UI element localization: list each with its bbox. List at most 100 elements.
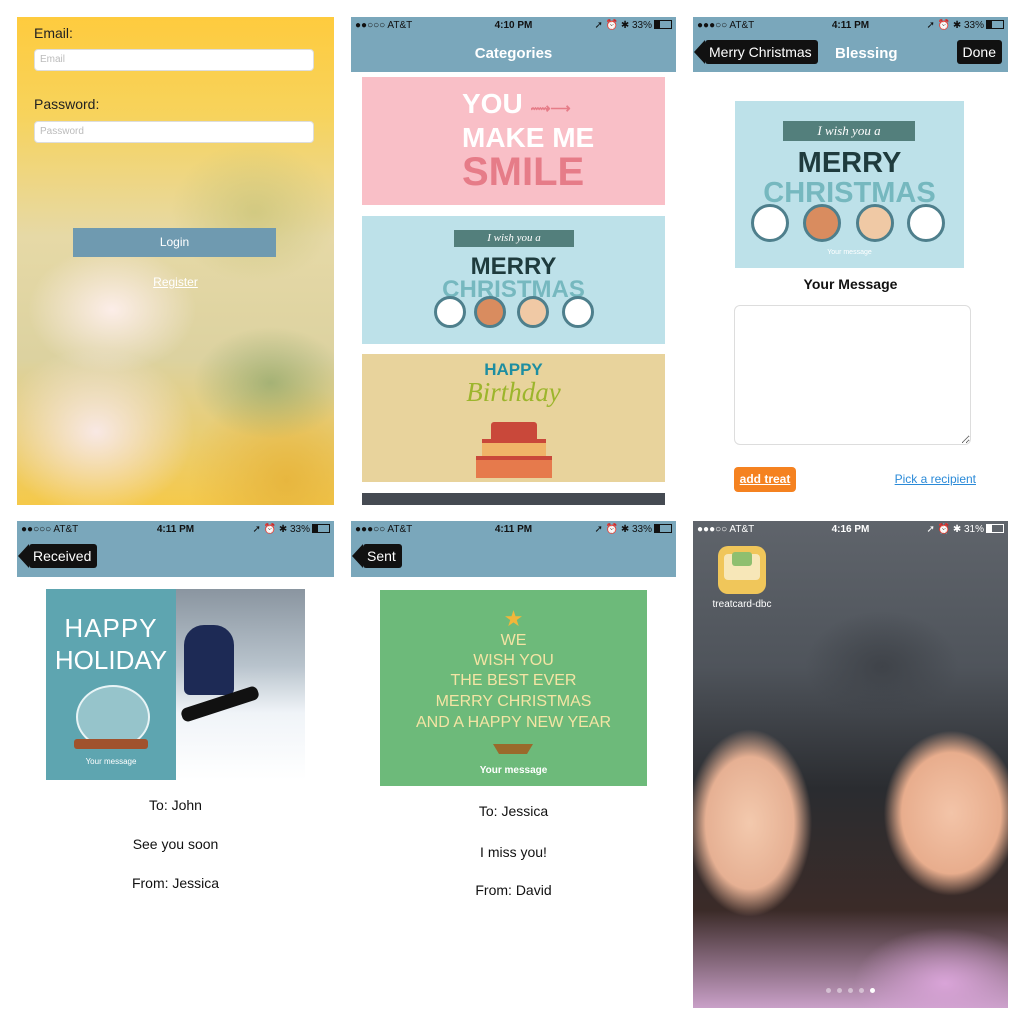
card-line: WE bbox=[500, 632, 527, 649]
back-button[interactable]: Sent bbox=[352, 544, 402, 568]
card-text: YOU ⟿⟶ MAKE ME SMILE bbox=[462, 89, 594, 192]
back-button[interactable]: Received bbox=[17, 544, 98, 568]
nav-bar: ●●○○○ AT&T 4:10 PM ➚ ⏰ ✱ 33% Categories bbox=[351, 17, 676, 72]
message-heading: Your Message bbox=[803, 276, 898, 292]
snowman-icon bbox=[907, 204, 945, 242]
message-text: I miss you! bbox=[480, 844, 547, 860]
status-bar: ●●●○○ AT&T 4:11 PM ➚ ⏰ ✱ 33% bbox=[693, 17, 1008, 35]
card-caption: Your message bbox=[479, 765, 548, 776]
santa-icon bbox=[434, 296, 466, 328]
page-dot bbox=[826, 988, 831, 993]
page-title: Categories bbox=[474, 45, 553, 62]
card-line: HOLIDAY bbox=[54, 645, 168, 675]
battery-percent: 33% bbox=[631, 524, 652, 535]
tree-pot-icon bbox=[493, 744, 533, 754]
page-dot-active bbox=[870, 988, 875, 993]
nav-bar: ●●○○○ AT&T 4:11 PM ➚ ⏰ ✱ 33% Received bbox=[17, 521, 334, 577]
elf-icon bbox=[856, 204, 894, 242]
battery-indicator: ➚ ⏰ ✱ 31% bbox=[926, 524, 1004, 535]
battery-icon bbox=[654, 20, 672, 29]
add-treat-button[interactable]: add treat bbox=[734, 467, 796, 492]
card-line: YOU bbox=[462, 88, 523, 119]
reindeer-icon bbox=[474, 296, 506, 328]
battery-icon bbox=[986, 524, 1004, 533]
register-link[interactable]: Register bbox=[17, 275, 334, 289]
status-bar: ●●○○○ AT&T 4:11 PM ➚ ⏰ ✱ 33% bbox=[17, 521, 334, 539]
star-icon: ★ bbox=[503, 606, 524, 631]
password-label: Password: bbox=[34, 96, 100, 112]
message-textarea[interactable] bbox=[734, 305, 971, 445]
attached-photo bbox=[176, 589, 305, 780]
battery-percent: 33% bbox=[631, 20, 652, 31]
battery-percent: 31% bbox=[963, 524, 984, 535]
login-screen: Email: Password: Login Register bbox=[17, 17, 334, 505]
done-button[interactable]: Done bbox=[956, 40, 1002, 64]
card-line: AND A HAPPY NEW YEAR bbox=[415, 714, 612, 731]
battery-indicator: ➚ ⏰ ✱ 33% bbox=[926, 20, 1004, 31]
received-card-image: HAPPY HOLIDAY Your message bbox=[46, 589, 305, 780]
card-caption: Your message bbox=[827, 249, 872, 256]
sent-screen: ●●●○○ AT&T 4:11 PM ➚ ⏰ ✱ 33% Sent ★ WE W… bbox=[351, 521, 676, 1004]
pick-recipient-link[interactable]: Pick a recipient bbox=[895, 472, 976, 486]
card-line: SMILE bbox=[462, 150, 585, 194]
battery-indicator: ➚ ⏰ ✱ 33% bbox=[594, 524, 672, 535]
card-line: THE BEST EVER bbox=[450, 672, 577, 689]
battery-icon bbox=[986, 20, 1004, 29]
ribbon-banner: I wish you a bbox=[783, 121, 915, 141]
app-label: treatcard-dbc bbox=[712, 599, 772, 610]
received-screen: ●●○○○ AT&T 4:11 PM ➚ ⏰ ✱ 33% Received HA… bbox=[17, 521, 334, 1004]
merry-text: MERRY bbox=[797, 147, 902, 179]
globe-base-icon bbox=[74, 739, 148, 749]
santa-icon bbox=[751, 204, 789, 242]
cake-icon bbox=[476, 456, 552, 478]
page-title: Blessing bbox=[835, 45, 898, 62]
category-card-birthday[interactable]: HAPPY Birthday bbox=[362, 354, 665, 482]
card-line: MAKE ME bbox=[462, 122, 595, 153]
card-line: WISH YOU bbox=[473, 652, 554, 669]
login-button[interactable]: Login bbox=[73, 228, 276, 257]
back-button[interactable]: Merry Christmas bbox=[694, 40, 818, 64]
battery-icon bbox=[312, 524, 330, 533]
ribbon-banner: I wish you a bbox=[454, 230, 574, 247]
nav-bar: ●●●○○ AT&T 4:11 PM ➚ ⏰ ✱ 33% Merry Chris… bbox=[693, 17, 1008, 72]
to-text: To: John bbox=[149, 797, 202, 813]
from-text: From: David bbox=[475, 882, 552, 898]
arrow-icon: ⟿⟶ bbox=[530, 100, 571, 116]
to-text: To: Jessica bbox=[478, 803, 549, 819]
compose-screen: ●●●○○ AT&T 4:11 PM ➚ ⏰ ✱ 33% Merry Chris… bbox=[693, 17, 1008, 505]
status-bar: ●●●○○ AT&T 4:16 PM ➚ ⏰ ✱ 31% bbox=[693, 521, 1008, 539]
person-figure bbox=[184, 625, 234, 695]
battery-indicator: ➚ ⏰ ✱ 33% bbox=[252, 524, 330, 535]
category-card-christmas[interactable]: I wish you a MERRY CHRISTMAS bbox=[362, 216, 665, 344]
treatcard-app-icon[interactable] bbox=[718, 546, 766, 594]
birthday-text: Birthday bbox=[466, 377, 561, 407]
status-bar: ●●●○○ AT&T 4:11 PM ➚ ⏰ ✱ 33% bbox=[351, 521, 676, 539]
snowman-icon bbox=[562, 296, 594, 328]
card-envelope-icon bbox=[732, 552, 752, 566]
card-caption: Your message bbox=[85, 757, 137, 766]
holiday-card-art: HAPPY HOLIDAY Your message bbox=[46, 589, 176, 780]
page-dot bbox=[837, 988, 842, 993]
categories-screen: ●●○○○ AT&T 4:10 PM ➚ ⏰ ✱ 33% Categories … bbox=[351, 17, 676, 505]
card-line: MERRY CHRISTMAS bbox=[435, 693, 592, 710]
status-bar: ●●○○○ AT&T 4:10 PM ➚ ⏰ ✱ 33% bbox=[351, 17, 676, 35]
category-card-partial[interactable] bbox=[362, 493, 665, 505]
home-screen: ●●●○○ AT&T 4:16 PM ➚ ⏰ ✱ 31% treatcard-d… bbox=[693, 521, 1008, 1008]
blurred-background bbox=[17, 17, 334, 505]
reindeer-icon bbox=[803, 204, 841, 242]
email-label: Email: bbox=[34, 25, 73, 41]
from-text: From: Jessica bbox=[131, 875, 220, 891]
page-indicator[interactable] bbox=[693, 980, 1008, 998]
battery-percent: 33% bbox=[289, 524, 310, 535]
battery-indicator: ➚ ⏰ ✱ 33% bbox=[594, 20, 672, 31]
sent-card-image: ★ WE WISH YOU THE BEST EVER MERRY CHRIST… bbox=[380, 590, 647, 786]
page-dot bbox=[848, 988, 853, 993]
nav-bar: ●●●○○ AT&T 4:11 PM ➚ ⏰ ✱ 33% Sent bbox=[351, 521, 676, 577]
card-line: HAPPY bbox=[64, 613, 158, 643]
category-card-smile[interactable]: YOU ⟿⟶ MAKE ME SMILE bbox=[362, 77, 665, 205]
email-field[interactable] bbox=[34, 49, 314, 71]
password-field[interactable] bbox=[34, 121, 314, 143]
selected-card-image: I wish you a MERRY CHRISTMAS Your messag… bbox=[735, 101, 964, 268]
page-dot bbox=[859, 988, 864, 993]
battery-icon bbox=[654, 524, 672, 533]
